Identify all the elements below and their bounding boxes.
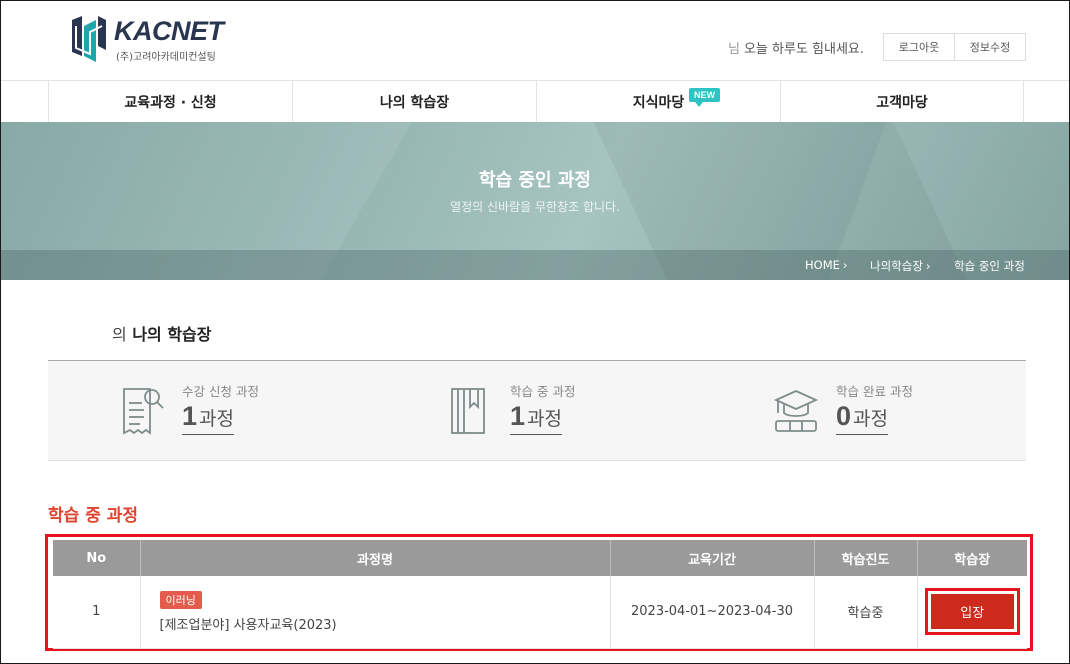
chevron-right-icon: › xyxy=(925,259,931,273)
edit-info-button[interactable]: 정보수정 xyxy=(954,33,1026,61)
my-study-title: 의 나의 학습장 xyxy=(112,321,211,345)
page-banner: 학습 중인 과정 열정의 신바람을 무한창조 합니다. HOME › 나의학습장 ›… xyxy=(0,122,1070,280)
summary-count: 1 과정 xyxy=(182,401,234,435)
breadcrumb-my-study[interactable]: 나의학습장 › xyxy=(870,258,931,274)
count-number: 1 xyxy=(510,401,526,431)
nav-item-label: 고객마당 xyxy=(876,95,928,111)
nav-item-knowledge[interactable]: 지식마당 NEW xyxy=(536,81,780,123)
greeting-prefix: 님 xyxy=(728,42,740,57)
cell-action: 입장 xyxy=(917,576,1027,649)
summary-applied[interactable]: 수강 신청 과정 1 과정 xyxy=(118,361,358,461)
logo-subtitle: (주)고려아카데미컨설팅 xyxy=(116,52,216,63)
column-header-progress: 학습진도 xyxy=(814,540,918,576)
breadcrumb-label: HOME xyxy=(805,258,840,272)
count-unit: 과정 xyxy=(853,408,888,430)
logo-name: KACNET xyxy=(114,16,224,46)
enter-button[interactable]: 입장 xyxy=(930,594,1014,630)
application-form-icon xyxy=(123,388,164,435)
breadcrumb-label: 나의학습장 xyxy=(870,259,923,273)
summary-completed[interactable]: 학습 완료 과정 0 과정 xyxy=(772,361,1012,461)
greeting-message: 오늘 하루도 힘내세요. xyxy=(743,42,865,57)
site-header: KACNET (주)고려아카데미컨설팅 님 오늘 하루도 힘내세요. 로그아웃 정… xyxy=(0,0,1070,80)
summary-label: 수강 신청 과정 xyxy=(182,384,259,399)
nav-item-courses[interactable]: 교육과정 · 신청 xyxy=(48,81,292,123)
nav-item-my-study[interactable]: 나의 학습장 xyxy=(292,81,536,123)
summary-count: 0 과정 xyxy=(836,401,888,435)
summary-count: 1 과정 xyxy=(510,401,562,435)
count-number: 0 xyxy=(836,401,852,431)
page-subtitle: 열정의 신바람을 무한창조 합니다. xyxy=(450,200,620,214)
count-unit: 과정 xyxy=(199,408,234,430)
column-header-no: No xyxy=(53,540,141,576)
courses-table: No 과정명 교육기간 학습진도 학습장 1 이러닝 [제조업분야] 사용자교육… xyxy=(53,540,1027,649)
courses-table-highlight: No 과정명 교육기간 학습진도 학습장 1 이러닝 [제조업분야] 사용자교육… xyxy=(45,534,1033,651)
breadcrumb-home[interactable]: HOME › xyxy=(805,258,848,272)
breadcrumb-current: 학습 중인 과정 xyxy=(954,259,1025,273)
courses-title: 학습 중 과정 xyxy=(48,506,139,526)
greeting-text: 님 오늘 하루도 힘내세요. xyxy=(728,38,864,57)
summary-label: 학습 중 과정 xyxy=(510,384,576,399)
cell-course: 이러닝 [제조업분야] 사용자교육(2023) xyxy=(140,576,611,649)
breadcrumb: HOME › 나의학습장 › 학습 중인 과정 xyxy=(0,250,1070,280)
book-icon xyxy=(451,388,485,434)
chevron-right-icon: › xyxy=(842,258,848,272)
table-header-row: No 과정명 교육기간 학습진도 학습장 xyxy=(53,540,1027,576)
title-prefix: 의 xyxy=(112,325,127,344)
graduation-cap-icon xyxy=(773,390,819,432)
cell-progress: 학습중 xyxy=(814,576,918,649)
enter-button-highlight: 입장 xyxy=(924,588,1020,636)
kacnet-logo-icon xyxy=(72,16,106,62)
column-header-room: 학습장 xyxy=(917,540,1027,576)
page-title: 학습 중인 과정 xyxy=(479,170,591,191)
course-name[interactable]: [제조업분야] 사용자교육(2023) xyxy=(160,614,610,633)
column-header-course: 과정명 xyxy=(140,540,611,576)
summary-in-progress[interactable]: 학습 중 과정 1 과정 xyxy=(446,361,686,461)
nav-item-label: 나의 학습장 xyxy=(379,95,450,111)
table-row: 1 이러닝 [제조업분야] 사용자교육(2023) 2023-04-01~202… xyxy=(53,576,1027,649)
title-text: 나의 학습장 xyxy=(132,325,212,344)
nav-item-label: 지식마당 xyxy=(632,95,685,111)
main-nav: 교육과정 · 신청 나의 학습장 지식마당 NEW 고객마당 xyxy=(0,80,1070,123)
count-number: 1 xyxy=(182,401,198,431)
new-badge: NEW xyxy=(689,88,720,107)
count-unit: 과정 xyxy=(527,408,562,430)
column-header-period: 교육기간 xyxy=(610,540,815,576)
logout-button[interactable]: 로그아웃 xyxy=(883,33,955,61)
cell-no: 1 xyxy=(53,576,141,649)
logo[interactable]: KACNET (주)고려아카데미컨설팅 xyxy=(70,10,230,68)
study-summary: 수강 신청 과정 1 과정 학습 중 과정 1 과정 학습 완료 과정 0 과정 xyxy=(48,360,1026,461)
nav-item-customer[interactable]: 고객마당 xyxy=(780,81,1024,123)
cell-period: 2023-04-01~2023-04-30 xyxy=(610,576,815,649)
summary-label: 학습 완료 과정 xyxy=(836,384,913,399)
nav-item-label: 교육과정 · 신청 xyxy=(124,95,217,111)
course-type-badge: 이러닝 xyxy=(159,590,202,609)
